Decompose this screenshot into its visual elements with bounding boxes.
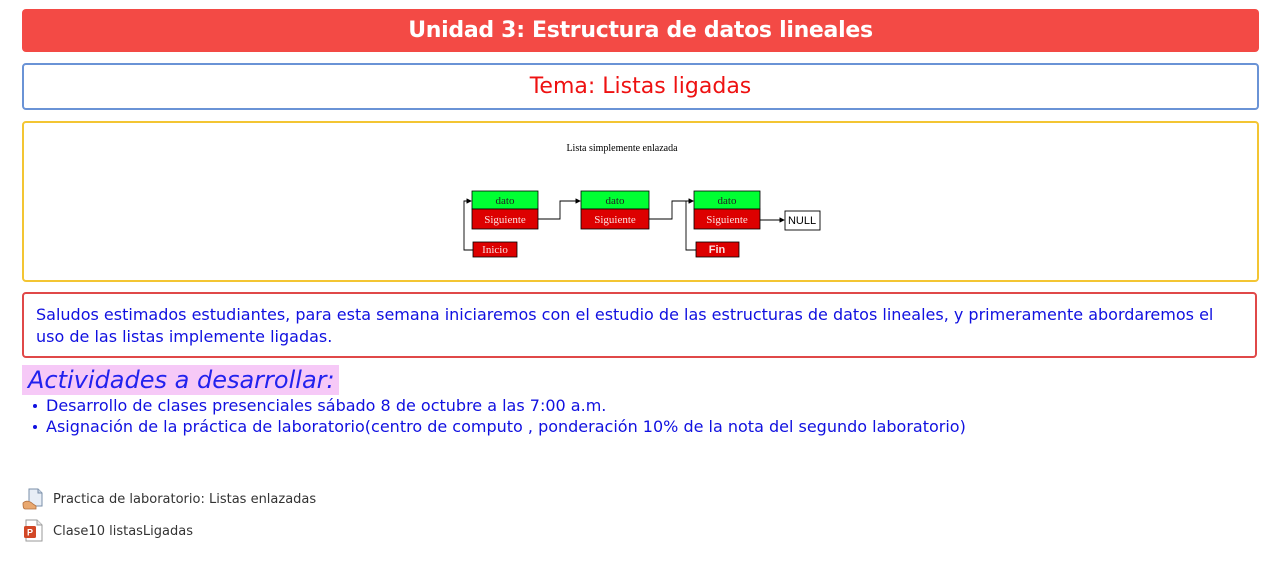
list-node-2: dato Siguiente [580, 190, 650, 230]
welcome-message: Saludos estimados estudiantes, para esta… [22, 292, 1257, 358]
activities-list: Desarrollo de clases presenciales sábado… [30, 395, 966, 437]
topic-box: Tema: Listas ligadas [22, 63, 1259, 110]
powerpoint-file-icon: P [22, 519, 46, 543]
end-label: Fin [709, 244, 726, 256]
activities-heading: Actividades a desarrollar: [22, 365, 339, 395]
welcome-message-text: Saludos estimados estudiantes, para esta… [36, 305, 1214, 346]
node-next-label: Siguiente [594, 214, 636, 226]
list-node-3: dato Siguiente [693, 190, 761, 230]
node-data-label: dato [718, 195, 737, 207]
linked-list-diagram: Lista simplemente enlazada dato Siguient… [22, 121, 1259, 282]
null-label: NULL [788, 215, 816, 227]
list-item: Desarrollo de clases presenciales sábado… [33, 395, 966, 416]
unit-title: Unidad 3: Estructura de datos lineales [408, 18, 873, 43]
assignment-icon [22, 487, 46, 511]
pointer-arrow [538, 198, 581, 220]
linked-list-figure: Lista simplemente enlazada dato Siguient… [463, 143, 821, 258]
node-next-label: Siguiente [706, 214, 748, 226]
assignment-link-label: Practica de laboratorio: Listas enlazada… [53, 491, 317, 507]
list-item: Asignación de la práctica de laboratorio… [33, 417, 966, 436]
presentation-file-label: Clase10 listasLigadas [53, 523, 193, 539]
diagram-caption: Lista simplemente enlazada [566, 143, 678, 154]
svg-text:P: P [27, 528, 33, 538]
topic-title: Tema: Listas ligadas [529, 74, 752, 99]
list-node-1: dato Siguiente [471, 190, 539, 230]
assignment-link[interactable]: Practica de laboratorio: Listas enlazada… [22, 486, 316, 512]
unit-banner: Unidad 3: Estructura de datos lineales [22, 9, 1259, 52]
node-data-label: dato [496, 195, 515, 207]
start-label: Inicio [482, 244, 508, 256]
presentation-file-link[interactable]: P Clase10 listasLigadas [22, 518, 193, 544]
node-data-label: dato [606, 195, 625, 207]
node-next-label: Siguiente [484, 214, 526, 226]
